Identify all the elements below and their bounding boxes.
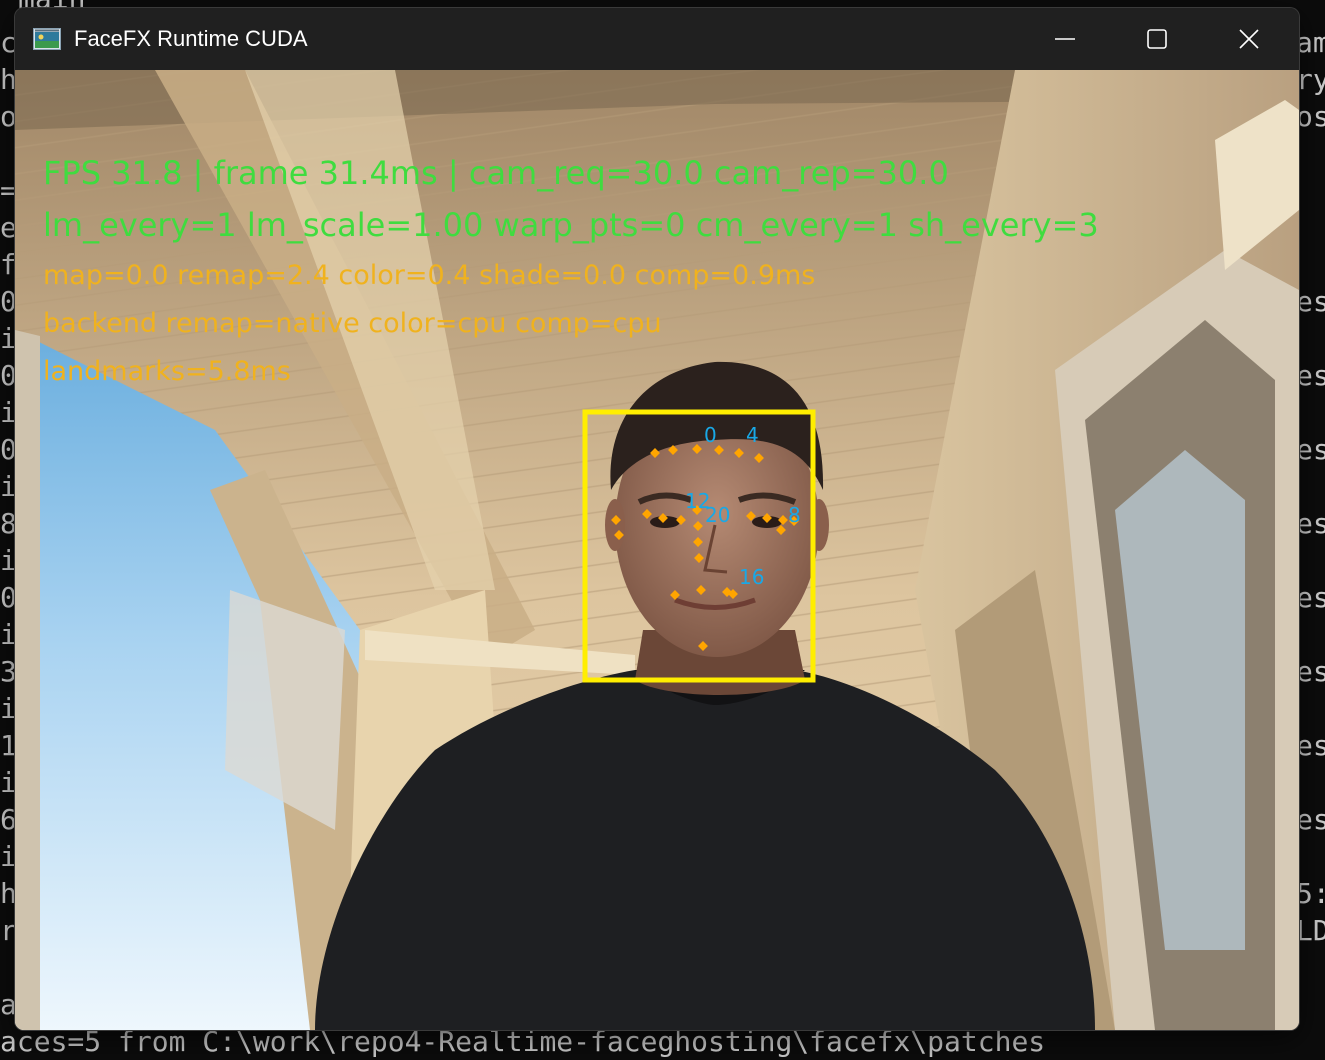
terminal-line-fragment: es: [1296, 507, 1325, 540]
maximize-button[interactable]: [1112, 8, 1202, 70]
terminal-line-fragment: 5:: [1296, 877, 1325, 910]
landmark-label-4: 4: [746, 423, 759, 447]
close-icon: [1239, 29, 1259, 49]
window-title: FaceFX Runtime CUDA: [74, 26, 308, 51]
terminal-line-fragment: ry: [1296, 63, 1325, 96]
hud-landmarks-line: landmarks=5.8ms: [43, 356, 291, 387]
terminal-line-fragment: am: [1296, 26, 1325, 59]
minimize-button[interactable]: [1020, 8, 1110, 70]
terminal-line-fragment: es: [1296, 285, 1325, 318]
terminal-line-fragment: LD: [1296, 914, 1325, 947]
landmark-label-8: 8: [788, 503, 801, 527]
hud-backend-line: backend remap=native color=cpu comp=cpu: [43, 308, 662, 339]
minimize-icon: [1055, 38, 1075, 40]
landmark-label-16: 16: [739, 565, 764, 589]
facefx-window[interactable]: FaceFX Runtime CUDA 0 4 12 20 8 16 FPS 3…: [15, 8, 1299, 1030]
title-bar[interactable]: FaceFX Runtime CUDA: [15, 8, 1299, 70]
hud-timings-line: map=0.0 remap=2.4 color=0.4 shade=0.0 co…: [43, 260, 816, 291]
terminal-line-fragment: es: [1296, 655, 1325, 688]
landmark-label-0: 0: [704, 423, 717, 447]
terminal-line-fragment: es: [1296, 359, 1325, 392]
terminal-line-fragment: es: [1296, 729, 1325, 762]
hud-params-line: lm_every=1 lm_scale=1.00 warp_pts=0 cm_e…: [43, 206, 1099, 244]
landmark-label-20: 20: [705, 503, 730, 527]
maximize-icon: [1147, 29, 1167, 49]
hud-fps-line: FPS 31.8 | frame 31.4ms | cam_req=30.0 c…: [43, 154, 949, 192]
camera-viewport: 0 4 12 20 8 16 FPS 31.8 | frame 31.4ms |…: [15, 70, 1299, 1030]
close-button[interactable]: [1204, 8, 1294, 70]
terminal-line-fragment: es: [1296, 433, 1325, 466]
app-icon: [33, 28, 61, 50]
terminal-line-fragment: os: [1296, 100, 1325, 133]
terminal-line-fragment: es: [1296, 803, 1325, 836]
terminal-line-fragment: es: [1296, 581, 1325, 614]
